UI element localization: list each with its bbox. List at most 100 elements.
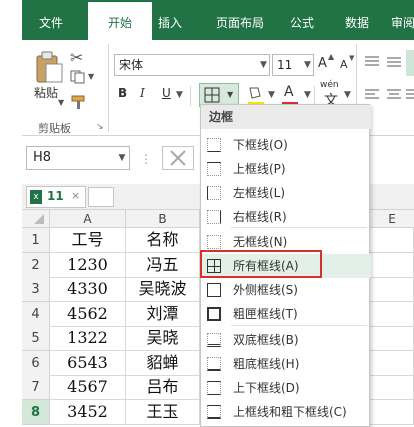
cell-empty[interactable] [370,302,414,327]
copy-dropdown-icon[interactable]: ▼ [88,72,94,81]
border-menu-item-label: 粗匣框线(T) [233,307,298,321]
grow-arrow-icon: ▲ [328,52,335,61]
border-menu-item-outside[interactable]: 外侧框线(S) [201,278,371,302]
top-bottom-border-icon [207,381,221,395]
cell-name[interactable]: 吴晓 [126,326,200,351]
workbook-close-icon[interactable]: × [71,189,80,202]
cell-empty[interactable] [370,253,414,278]
cell-empty[interactable] [370,326,414,351]
border-menu-item-double-bottom[interactable]: 双底框线(B) [201,328,371,352]
row-header[interactable]: 5 [22,326,50,351]
double-bottom-border-icon [207,333,221,347]
clipboard-launcher-icon[interactable]: ↘ [96,122,104,132]
format-painter-icon[interactable] [70,94,88,110]
cell-name[interactable]: 名称 [126,228,200,253]
fill-color-dropdown-icon[interactable]: ▼ [268,90,275,100]
cell-empty[interactable] [370,277,414,302]
group-divider [108,44,109,132]
tab-file[interactable]: 文件 [22,2,80,40]
name-box-dropdown-icon[interactable]: ▼ [114,146,130,170]
cell-name[interactable]: 貂蝉 [126,351,200,376]
workbook-tab[interactable]: x 11 × [26,186,86,208]
align-right-icon[interactable] [406,88,414,102]
border-menu-item-top-bottom[interactable]: 上下框线(D) [201,376,371,400]
clipboard-icon [36,51,63,83]
shrink-arrow-icon: ▼ [349,54,355,62]
cell-employee-id[interactable]: 4567 [50,375,126,400]
border-menu-item-thick-box[interactable]: 粗匣框线(T) [201,302,371,326]
cell-employee-id[interactable]: 4330 [50,277,126,302]
font-name-value: 宋体 [119,58,144,72]
cell-employee-id[interactable]: 3452 [50,400,126,425]
border-menu-item-right[interactable]: 右框线(R) [201,205,371,229]
tab-formulas[interactable]: 公式 [277,2,327,40]
workbook-tab-label: 11 [47,189,64,203]
cell-name[interactable]: 吴晓波 [126,277,200,302]
paste-button[interactable] [34,50,64,84]
column-header-b[interactable]: B [126,210,200,228]
tab-home[interactable]: 开始 [88,2,152,40]
select-all-corner[interactable] [22,210,50,228]
align-left-icon[interactable] [364,88,380,102]
border-menu-item-thick-bottom[interactable]: 粗底框线(H) [201,352,371,376]
cell-empty[interactable] [370,375,414,400]
right-border-icon [207,210,221,224]
cell-name[interactable]: 冯五 [126,253,200,278]
cancel-formula-button[interactable] [162,146,194,170]
highlight-annotation [200,250,322,278]
cell-employee-id[interactable]: 4562 [50,302,126,327]
copy-icon[interactable] [70,70,86,84]
underline-dropdown-icon[interactable]: ▼ [176,90,183,100]
menu-separator [231,325,367,326]
cell-employee-id[interactable]: 6543 [50,351,126,376]
font-color-dropdown-icon[interactable]: ▼ [304,90,311,100]
tab-insert[interactable]: 插入 [150,2,190,40]
row-header[interactable]: 8 [22,400,50,425]
row-header[interactable]: 7 [22,375,50,400]
border-menu-item-top[interactable]: 上框线(P) [201,157,371,181]
paste-dropdown-icon[interactable]: ▼ [58,98,64,107]
cell-employee-id[interactable]: 1230 [50,253,126,278]
cell-name[interactable]: 吕布 [126,375,200,400]
phonetic-dropdown-icon[interactable]: ▼ [344,90,351,100]
border-menu-item-top-thick-bottom[interactable]: 上框线和粗下框线(C) [201,400,371,424]
cell-employee-id[interactable]: 工号 [50,228,126,253]
column-header-a[interactable]: A [50,210,126,228]
border-menu-item-label: 左框线(L) [233,186,286,200]
tab-page-layout[interactable]: 页面布局 [200,2,280,40]
shrink-font-button[interactable]: A [340,58,348,71]
align-middle-icon[interactable] [386,54,402,68]
column-header-e[interactable]: E [370,210,414,228]
new-workbook-tab[interactable] [88,187,114,207]
cell-name[interactable]: 刘潭 [126,302,200,327]
align-top-icon[interactable] [364,54,380,68]
outside-border-icon [207,283,221,297]
row-header[interactable]: 3 [22,277,50,302]
border-menu-item-bottom[interactable]: 下框线(O) [201,133,371,157]
row-header[interactable]: 1 [22,228,50,253]
row-header[interactable]: 6 [22,351,50,376]
font-name-dropdown-icon[interactable]: ▼ [260,60,267,70]
thick-bottom-border-icon [207,357,221,371]
grow-font-button[interactable]: A [318,56,327,71]
row-header[interactable]: 2 [22,253,50,278]
font-name-box[interactable]: 宋体 [114,54,270,76]
font-size-dropdown-icon[interactable]: ▼ [304,60,311,70]
row-header[interactable]: 4 [22,302,50,327]
cut-icon[interactable]: ✂ [70,48,83,67]
wrap-text-button[interactable] [406,50,414,76]
ribbon-tab-strip: 文件 开始 插入 页面布局 公式 数据 审阅 [22,0,414,40]
tab-data[interactable]: 数据 [332,2,382,40]
paste-label[interactable]: 粘贴 [34,84,58,101]
underline-button[interactable]: U [162,86,171,100]
tab-review[interactable]: 审阅 [388,2,414,40]
cell-empty[interactable] [370,400,414,425]
cell-empty[interactable] [370,228,414,253]
cell-empty[interactable] [370,351,414,376]
cell-name[interactable]: 王玉 [126,400,200,425]
align-center-icon[interactable] [386,88,402,102]
italic-button[interactable]: I [140,86,145,100]
border-menu-item-left[interactable]: 左框线(L) [201,181,371,205]
bold-button[interactable]: B [118,86,127,100]
cell-employee-id[interactable]: 1322 [50,326,126,351]
